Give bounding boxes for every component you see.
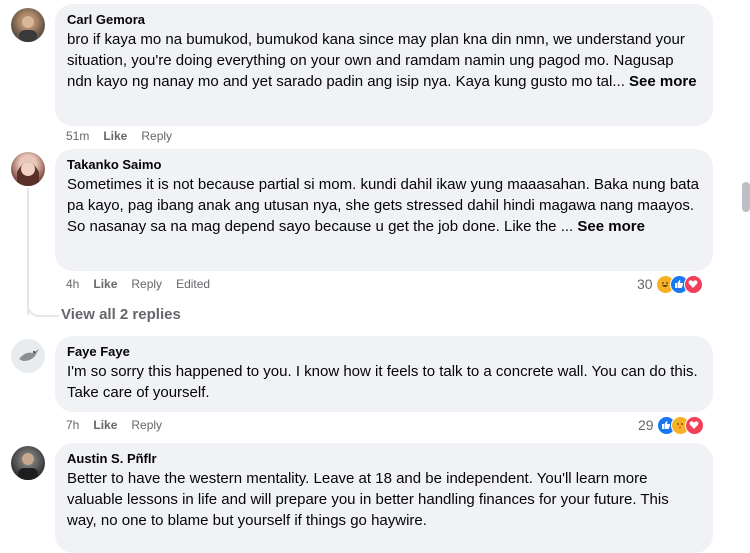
see-more-link[interactable]: See more <box>577 218 645 235</box>
avatar[interactable] <box>11 446 45 480</box>
comment-bubble: Austin S. Pñflr Better to have the weste… <box>55 443 713 553</box>
comment-actions: 4h Like Reply Edited <box>66 276 224 292</box>
comment-author[interactable]: Austin S. Pñflr <box>67 451 701 467</box>
thread-line <box>27 188 29 315</box>
reaction-summary[interactable]: 30 <box>637 274 703 294</box>
comment-body: bro if kaya mo na bumukod, bumukod kana … <box>67 31 685 90</box>
avatar-image <box>19 16 37 42</box>
comment-text: Sometimes it is not because partial si m… <box>67 174 701 237</box>
reaction-count: 29 <box>638 417 654 433</box>
comment-time[interactable]: 4h <box>66 276 79 292</box>
avatar-image <box>18 453 38 480</box>
comment-text: bro if kaya mo na bumukod, bumukod kana … <box>67 29 701 92</box>
comment-bubble: Faye Faye I'm so sorry this happened to … <box>55 336 713 412</box>
comment-bubble: Takanko Saimo Sometimes it is not becaus… <box>55 149 713 271</box>
scrollbar-thumb[interactable] <box>742 182 750 212</box>
reaction-summary[interactable]: 29 <box>638 415 704 435</box>
thread-hook <box>27 299 59 317</box>
comment-actions: 51m Like Reply <box>66 128 186 144</box>
comment-body: Better to have the western mentality. Le… <box>67 470 669 529</box>
see-more-link[interactable]: See more <box>629 73 697 90</box>
view-replies-link[interactable]: View all 2 replies <box>61 306 181 323</box>
avatar[interactable] <box>11 339 45 373</box>
comment-time[interactable]: 51m <box>66 128 89 144</box>
love-icon <box>683 274 703 294</box>
comment-text: I'm so sorry this happened to you. I kno… <box>67 361 701 403</box>
like-button[interactable]: Like <box>93 276 117 292</box>
edited-label: Edited <box>176 277 211 291</box>
comment-time[interactable]: 7h <box>66 417 79 433</box>
like-button[interactable]: Like <box>93 417 117 433</box>
comment-author[interactable]: Takanko Saimo <box>67 157 701 173</box>
comment-bubble: Carl Gemora bro if kaya mo na bumukod, b… <box>55 4 713 126</box>
reply-button[interactable]: Reply <box>131 417 162 433</box>
reaction-count: 30 <box>637 276 653 292</box>
avatar-image <box>17 162 39 186</box>
comment-text: Better to have the western mentality. Le… <box>67 468 701 531</box>
comment-actions: 7h Like Reply <box>66 417 176 433</box>
like-button[interactable]: Like <box>103 128 127 144</box>
comment-author[interactable]: Faye Faye <box>67 344 701 360</box>
avatar[interactable] <box>11 152 45 186</box>
love-icon <box>684 415 704 435</box>
comment-author[interactable]: Carl Gemora <box>67 12 701 28</box>
comment-body: I'm so sorry this happened to you. I kno… <box>67 363 698 401</box>
avatar[interactable] <box>11 8 45 42</box>
avatar-image <box>19 349 39 361</box>
reply-button[interactable]: Reply <box>141 128 172 144</box>
reply-button[interactable]: Reply <box>131 276 162 292</box>
